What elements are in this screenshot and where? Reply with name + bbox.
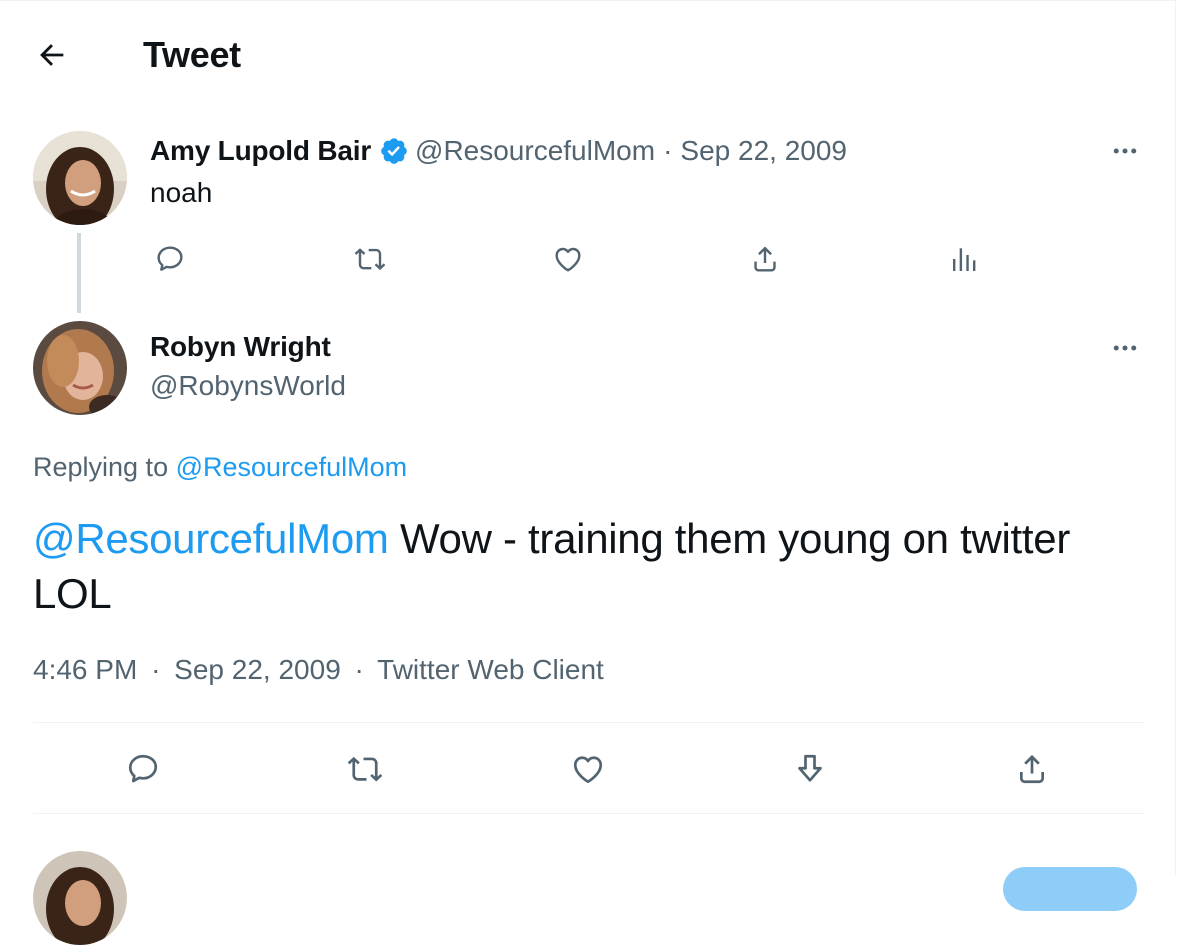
reply-button[interactable] — [148, 237, 192, 281]
more-icon — [1113, 345, 1137, 351]
more-icon — [1113, 148, 1137, 154]
tweet-text: noah — [150, 177, 213, 208]
mention-link[interactable]: @ResourcefulMom — [33, 515, 389, 562]
share-button[interactable] — [1010, 747, 1054, 791]
tweet-meta: 4:46 PM · Sep 22, 2009 · Twitter Web Cli… — [33, 651, 604, 689]
page-title: Tweet — [143, 34, 241, 75]
share-icon — [754, 246, 776, 272]
avatar[interactable] — [33, 321, 127, 415]
retweet-icon — [354, 248, 386, 271]
replying-to-link[interactable]: @ResourcefulMom — [176, 452, 407, 482]
analytics-button[interactable] — [943, 237, 987, 281]
arrow-left-icon — [40, 44, 64, 66]
share-button[interactable] — [743, 237, 787, 281]
share-icon — [1020, 754, 1044, 784]
tweet-date[interactable]: Sep 22, 2009 — [680, 135, 847, 167]
back-button[interactable] — [30, 33, 74, 77]
like-icon — [573, 756, 603, 784]
avatar[interactable] — [33, 131, 127, 225]
divider — [33, 722, 1144, 723]
separator: · — [354, 654, 364, 685]
retweet-button[interactable] — [343, 747, 387, 791]
like-button[interactable] — [546, 237, 590, 281]
avatar[interactable] — [33, 851, 127, 945]
separator: · — [663, 135, 673, 166]
reply-submit-button[interactable] — [1003, 867, 1137, 911]
tweet-date[interactable]: Sep 22, 2009 — [174, 654, 341, 685]
author-handle[interactable]: @RobynsWorld — [150, 367, 346, 405]
author-name[interactable]: Robyn Wright — [150, 328, 331, 366]
retweet-icon — [347, 756, 383, 782]
reply-button[interactable] — [121, 747, 165, 791]
replying-to: Replying to @ResourcefulMom — [33, 448, 407, 486]
parent-tweet-header: Amy Lupold Bair @ResourcefulMom · Sep 22… — [150, 131, 847, 171]
analytics-icon — [953, 248, 976, 271]
tweet-column: Tweet Amy Lupold Bair @ResourcefulMom · … — [0, 0, 1176, 945]
author-handle[interactable]: @ResourcefulMom — [415, 135, 655, 167]
like-button[interactable] — [566, 747, 610, 791]
separator: · — [151, 654, 161, 685]
more-options-button[interactable] — [1105, 328, 1145, 368]
more-options-button[interactable] — [1105, 131, 1145, 171]
bookmark-button[interactable] — [788, 747, 832, 791]
reply-icon — [128, 754, 158, 783]
thread-connector — [77, 233, 81, 313]
reply-icon — [157, 246, 183, 271]
tweet-text: @ResourcefulMom Wow - training them youn… — [33, 511, 1113, 621]
bookmark-icon — [798, 754, 822, 782]
divider — [33, 813, 1144, 814]
author-name[interactable]: Amy Lupold Bair — [150, 135, 371, 167]
tweet-source[interactable]: Twitter Web Client — [377, 654, 604, 685]
replying-prefix: Replying to — [33, 452, 169, 482]
tweet-time[interactable]: 4:46 PM — [33, 654, 137, 685]
retweet-button[interactable] — [348, 237, 392, 281]
like-icon — [555, 247, 581, 272]
verified-badge-icon — [379, 136, 409, 166]
